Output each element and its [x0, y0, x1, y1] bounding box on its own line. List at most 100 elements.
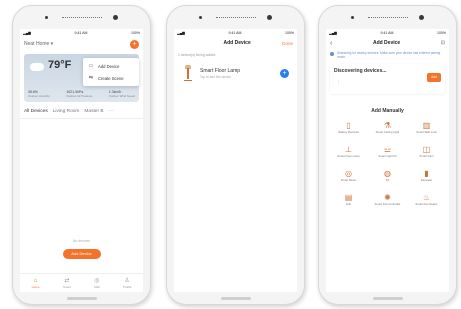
discovery-title: Discovering devices... — [334, 68, 387, 74]
page-title: Add Device — [223, 40, 251, 46]
category-fan-controller[interactable]: ✺ Smart Fan Controller — [368, 192, 407, 210]
pairing-info-text: Searching for nearby devices. Make sure … — [337, 51, 441, 59]
info-icon — [330, 51, 334, 56]
category-label: Smart Fan Heater — [415, 203, 438, 206]
category-light-kit[interactable]: ⚍ Smart Light Kit — [368, 144, 407, 162]
repeater-icon: ▮ — [424, 169, 429, 178]
category-fan-heater[interactable]: ♨ Smart Fan Heater — [407, 192, 446, 210]
sensor-dot — [199, 16, 202, 19]
lock-icon: ▥ — [422, 121, 431, 130]
room-tabs: All Devices Living Room Master B ··· — [20, 105, 143, 119]
mall-icon: ◎ — [94, 278, 100, 284]
add-manually-screen: ▂▄▆ 9:41 AM 100% ‹ Add Device ⊡ Searchin… — [326, 29, 449, 292]
tab-home[interactable]: ⌂ Home — [32, 277, 40, 289]
menu-item-create-scene[interactable]: ⇆ Create Scene — [83, 72, 139, 84]
signal-icon: ▂▄▆ — [329, 31, 337, 35]
category-label: Smart Fan Controller — [374, 203, 401, 206]
empty-state-text: No devices — [72, 239, 91, 243]
sensor-dot — [45, 16, 48, 19]
tab-living-room[interactable]: Living Room — [53, 109, 80, 114]
stat-label: Outdoor Wind Speed — [108, 94, 135, 98]
profile-icon: ♙ — [124, 278, 130, 284]
stat-label: Outdoor Air Pressure — [66, 94, 93, 98]
signal-icon: ▂▄▆ — [177, 31, 185, 35]
heater-icon: ♨ — [422, 193, 431, 202]
tab-all-devices[interactable]: All Devices — [24, 109, 48, 114]
tab-profile[interactable]: ♙ Profile — [123, 277, 132, 289]
speaker-grille — [61, 17, 102, 19]
front-camera — [419, 15, 424, 20]
category-battery-doorbell[interactable]: ▯ Battery Doorbell — [329, 120, 368, 138]
stat-wind: 1.3km/h Outdoor Wind Speed — [109, 90, 135, 98]
menu-item-add-device[interactable]: ▭ Add Device — [83, 60, 139, 72]
category-meter[interactable]: ◎ Smart Meter — [329, 168, 368, 186]
category-cam[interactable]: ◫ Smart Cam — [407, 144, 446, 162]
tab-master-bedroom[interactable]: Master B — [84, 109, 103, 114]
ceiling-light-icon: ⚗ — [383, 121, 392, 130]
pairing-info: Searching for nearby devices. Make sure … — [330, 51, 445, 59]
front-camera — [113, 15, 118, 20]
category-floor-lamp[interactable]: ⊥ Smart Floor Lamp — [329, 144, 368, 162]
device-subtitle: Tap to add this device — [200, 74, 231, 79]
back-icon[interactable]: ‹ — [330, 40, 332, 47]
home-selector[interactable]: Neat Home ▾ — [24, 41, 53, 47]
device-row[interactable]: Smart Floor Lamp Tap to add this device … — [178, 61, 293, 85]
add-menu-button[interactable]: + — [130, 39, 139, 49]
add-device-plus-button[interactable]: + — [280, 68, 289, 78]
tab-mall[interactable]: ◎ Mall — [94, 277, 100, 289]
front-camera — [267, 15, 272, 20]
phone-frame-add-manually: ▂▄▆ 9:41 AM 100% ‹ Add Device ⊡ Searchin… — [318, 5, 457, 305]
home-indicator — [220, 297, 251, 300]
category-label: Repeater — [420, 179, 433, 182]
status-time: 9:41 AM — [380, 31, 394, 35]
home-indicator — [66, 297, 97, 300]
add-dropdown-menu: ▭ Add Device ⇆ Create Scene — [83, 58, 139, 86]
nav-bar: Add Device Done — [174, 37, 297, 49]
floor-lamp-icon — [182, 65, 194, 81]
status-bar: ▂▄▆ 9:41 AM 100% — [326, 29, 449, 37]
speaker-grille — [367, 17, 408, 19]
light-kit-icon: ⚍ — [383, 145, 392, 154]
status-bar: ▂▄▆ 9:41 AM 100% — [20, 29, 143, 37]
doorbell-icon: ▯ — [346, 121, 351, 130]
scan-icon[interactable]: ⊡ — [441, 40, 445, 46]
category-repeater[interactable]: ▮ Repeater — [407, 168, 446, 186]
discovery-action-button[interactable]: Add — [427, 73, 441, 82]
category-label: Battery Doorbell — [338, 131, 359, 134]
category-wall-lock[interactable]: ▥ Smart Wall Lock — [407, 120, 446, 138]
category-hub[interactable]: ▤ Hub — [329, 192, 368, 210]
category-label: Smart Ceiling Light — [375, 131, 400, 134]
tab-label: Mall — [94, 285, 100, 289]
loading-spinner-icon: ⋮ — [336, 80, 341, 86]
device-icon: ▭ — [88, 63, 94, 69]
tab-smart[interactable]: ⇄ Smart — [63, 277, 71, 289]
floor-lamp-icon: ⊥ — [345, 145, 352, 154]
kit-icon: ◍ — [384, 169, 391, 178]
stat-humidity: 35.6% Outdoor Humidity — [28, 90, 50, 98]
category-label: Smart Light Kit — [378, 155, 397, 158]
scene-icon: ⇆ — [88, 75, 94, 81]
device-category-grid: ▯ Battery Doorbell ⚗ Smart Ceiling Light ▥… — [326, 120, 449, 210]
tab-label: Profile — [122, 285, 132, 289]
more-rooms-icon[interactable]: ··· — [109, 109, 114, 114]
app-screens: ▂▄▆ 9:41 AM 100% Neat Home ▾ + 79°F 35.6… — [0, 0, 461, 309]
add-device-button[interactable]: Add Device — [62, 249, 101, 259]
category-kit[interactable]: ◍ Kit — [368, 168, 407, 186]
category-label: Smart Cam — [419, 155, 434, 158]
battery-level: 100% — [437, 31, 446, 35]
temperature: 79°F — [48, 59, 72, 71]
cloud-icon — [30, 63, 44, 71]
done-button[interactable]: Done — [282, 41, 293, 46]
category-label: Smart Wall Lock — [416, 131, 437, 134]
phone-top-bezel — [319, 15, 456, 21]
phone-top-bezel — [167, 15, 304, 21]
stat-label: Outdoor Humidity — [28, 94, 50, 98]
status-bar: ▂▄▆ 9:41 AM 100% — [174, 29, 297, 37]
menu-item-label: Create Scene — [98, 75, 124, 81]
home-header: Neat Home ▾ + — [20, 37, 143, 51]
category-label: Kit — [385, 179, 390, 182]
hub-icon: ▤ — [344, 193, 353, 202]
category-ceiling-light[interactable]: ⚗ Smart Ceiling Light — [368, 120, 407, 138]
smart-icon: ⇄ — [64, 278, 70, 284]
tab-label: Home — [31, 285, 40, 289]
